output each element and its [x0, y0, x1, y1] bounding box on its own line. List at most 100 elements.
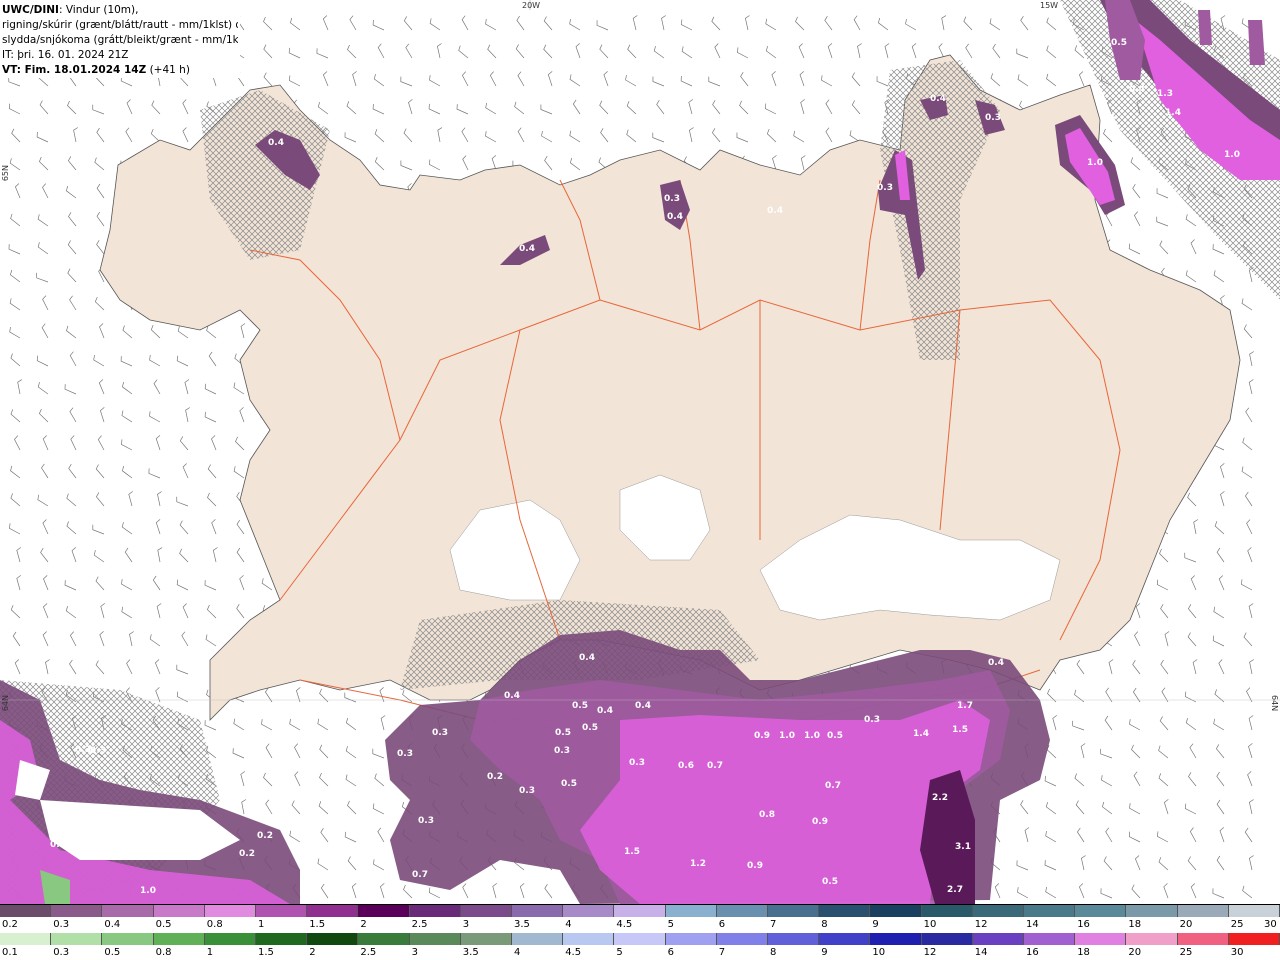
rain-legend-swatch	[256, 933, 308, 945]
precip-blob-ne-2	[1248, 20, 1265, 65]
rain-legend-label: 8	[770, 947, 777, 958]
snow-legend-label: 4.5	[616, 919, 633, 930]
rain-legend-swatch	[102, 933, 154, 945]
rain-legend-label: 2.5	[360, 947, 377, 958]
rain-legend-swatch	[563, 933, 615, 945]
snow-legend-swatch	[153, 905, 205, 917]
precip-value-label: 0.4	[597, 706, 613, 716]
precip-value-label: 1.4	[1165, 108, 1181, 118]
precip-value-label: 0.3	[664, 194, 680, 204]
snow-legend-label: 2.5	[411, 919, 428, 930]
lon-label-15w: 15W	[1040, 1, 1059, 10]
precip-value-label: 1.0	[1087, 158, 1103, 168]
precip-value-label: 0.3	[153, 844, 169, 854]
precip-value-label: 0.3	[72, 842, 88, 852]
snow-legend-label: 7	[770, 919, 777, 930]
snow-legend-swatch	[921, 905, 973, 917]
precip-value-label: 0.5	[582, 723, 598, 733]
precip-value-label: 0.3	[864, 715, 880, 725]
precip-value-label: 3.1	[955, 842, 971, 852]
precip-value-label: 0.9	[747, 861, 763, 871]
rain-legend-label: 30	[1230, 947, 1244, 958]
lat-label-65n: 65N	[1, 165, 10, 182]
snow-legend-label: 2	[360, 919, 367, 930]
rain-legend-swatch	[768, 933, 820, 945]
snow-legend-swatch	[409, 905, 461, 917]
snow-legend-swatch	[358, 905, 410, 917]
snow-legend-label: 1.5	[309, 919, 326, 930]
rain-legend-label: 3	[411, 947, 418, 958]
rain-legend-swatch	[870, 933, 922, 945]
snow-legend-swatch	[870, 905, 922, 917]
rain-legend-swatches	[0, 933, 1280, 945]
precip-value-label: 0.2	[257, 831, 273, 841]
snow-legend-label: 30	[1264, 919, 1277, 930]
precip-value-label: 0.5	[1111, 38, 1127, 48]
rain-legend-label: 1.5	[258, 947, 274, 958]
title-line2: rigning/skúrir (grænt/blátt/rautt - mm/1…	[2, 19, 238, 31]
precip-value-label: 0.3	[75, 745, 91, 755]
rain-legend-label: 1	[206, 947, 214, 958]
rain-legend-swatch	[0, 933, 52, 945]
snow-legend-swatch	[665, 905, 717, 917]
rain-legend-swatch	[51, 933, 103, 945]
rain-legend-swatch	[1024, 933, 1076, 945]
precip-value-label: 0.4	[504, 691, 520, 701]
snow-legend-label: 5	[667, 919, 674, 930]
snow-legend-label: 0.5	[155, 919, 172, 930]
valid-time: VT: Fim. 18.01.2024 14Z	[2, 64, 147, 76]
snow-legend-swatch	[512, 905, 564, 917]
precip-value-label: 0.8	[759, 810, 775, 820]
precip-value-label: 1.0	[804, 731, 820, 741]
rain-legend-label: 0.3	[53, 947, 70, 958]
snow-legend-swatch	[307, 905, 359, 917]
precip-value-label: 0.4	[988, 658, 1004, 668]
rain-legend-swatch	[716, 933, 769, 945]
rain-legend-swatch	[409, 933, 461, 945]
precip-value-label: 0.2	[487, 772, 503, 782]
rain-legend-label: 4.5	[565, 947, 582, 958]
model-name: UWC/DINI	[2, 4, 59, 16]
precip-value-label: 0.3	[629, 758, 645, 768]
precip-value-label: 1.0	[1224, 150, 1240, 160]
snow-legend-label: 3	[462, 919, 470, 930]
rain-legend-swatch	[307, 933, 359, 945]
precip-value-label: 0.9	[754, 731, 770, 741]
precip-value-label: 0.4	[268, 138, 284, 148]
precip-value-label: 0.6	[678, 761, 694, 771]
rain-legend-label: 5	[616, 947, 623, 958]
precip-value-label: 1.3	[1157, 89, 1173, 99]
precip-value-label: 1.7	[957, 701, 973, 711]
rain-legend-swatch	[512, 933, 564, 945]
rain-legend-label: 9	[821, 947, 828, 958]
rain-legend-label: 0.8	[155, 947, 172, 958]
snow-legend-swatch	[1177, 905, 1229, 917]
snow-legend-label: 6	[718, 919, 726, 930]
rain-legend-label: 16	[1026, 947, 1039, 958]
precip-blob-ne-1	[1198, 10, 1212, 45]
rain-legend-label: 0.5	[104, 947, 121, 958]
snow-legend-labels: 0.2 0.3 0.4 0.5 0.8 1 1.5 2 2.5 3 3.5 4 4.5 5 6 7 8 9 10 12…	[0, 919, 1280, 931]
snow-legend-swatch	[563, 905, 615, 917]
snow-legend-label: 4	[565, 919, 572, 930]
rain-legend-label: 6	[667, 947, 674, 958]
rain-legend-swatch	[665, 933, 717, 945]
precip-value-label: 0.5	[827, 731, 843, 741]
precip-value-label: 0.4	[635, 701, 651, 711]
precip-value-label: 0.4	[767, 206, 783, 216]
rain-legend-swatch	[921, 933, 973, 945]
precip-value-label: 0.7	[825, 781, 841, 791]
precip-value-label: 0.3	[418, 816, 434, 826]
snow-legend-swatch	[614, 905, 666, 917]
precip-value-label: 0.3	[554, 746, 570, 756]
precip-value-label: 0.5	[555, 728, 571, 738]
snow-legend-swatch	[102, 905, 154, 917]
snow-legend-label: 18	[1128, 919, 1142, 930]
precip-value-label: 1.0	[779, 731, 795, 741]
rain-legend-swatch	[614, 933, 666, 945]
precip-value-label: 0.9	[812, 817, 828, 827]
precip-value-label: 1.0	[140, 886, 156, 896]
rain-legend-swatch	[460, 933, 513, 945]
snow-legend-swatch	[819, 905, 871, 917]
precip-value-label: 0.5	[561, 779, 577, 789]
